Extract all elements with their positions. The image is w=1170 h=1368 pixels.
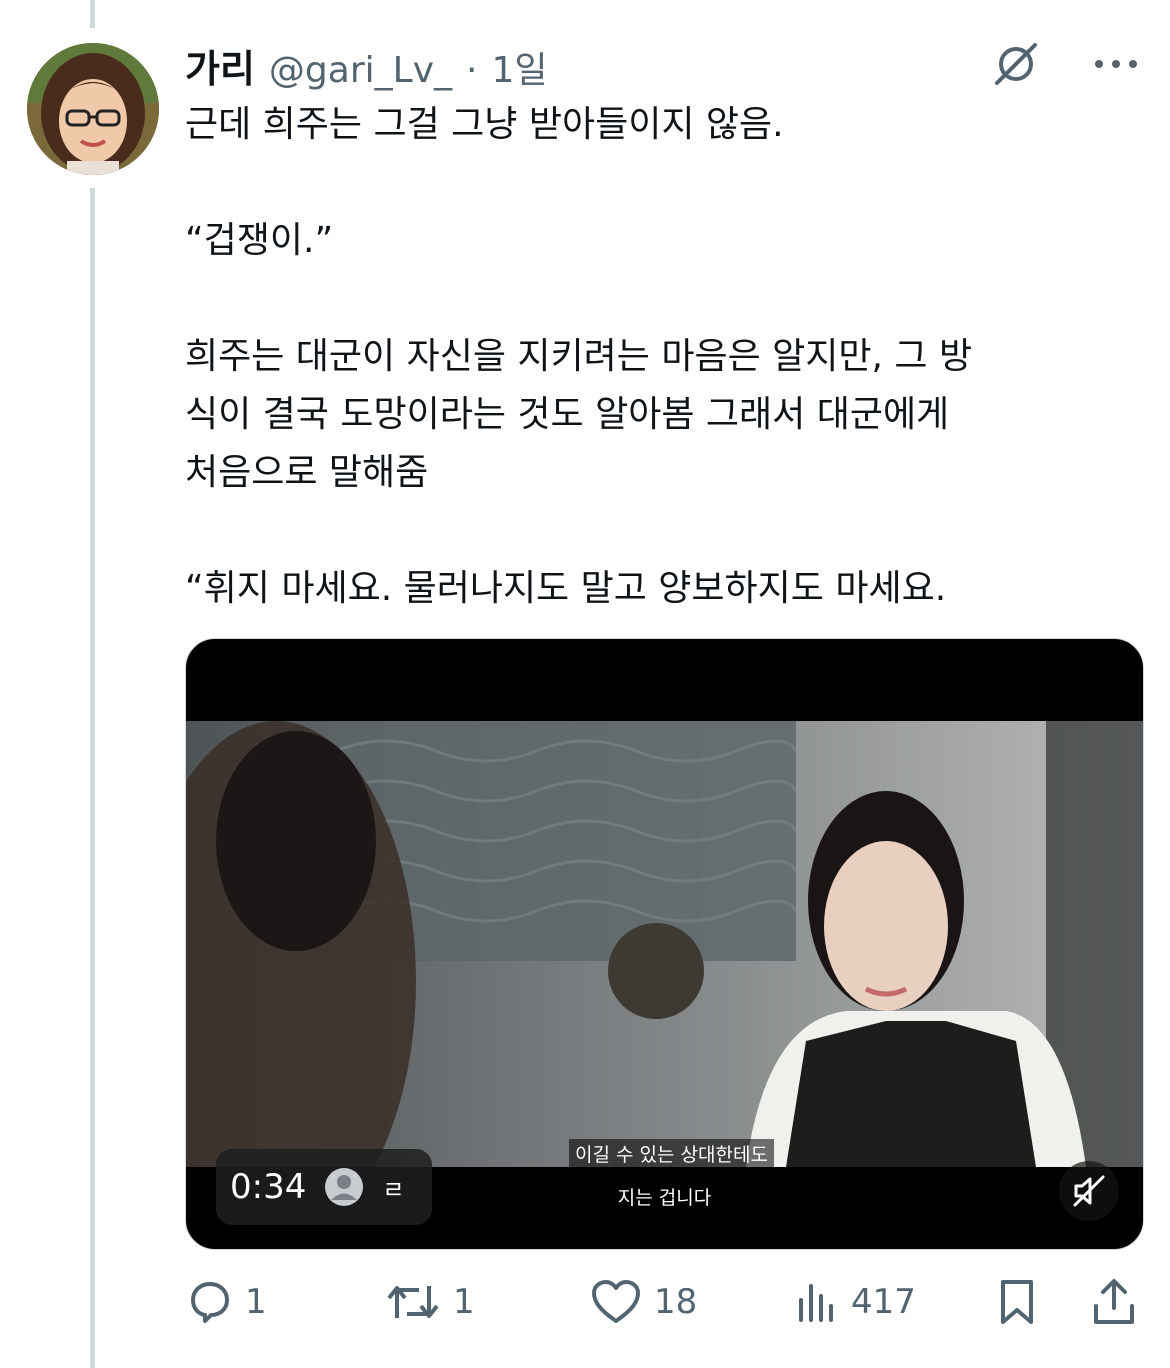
share-button[interactable] xyxy=(1090,1270,1138,1334)
reply-button[interactable]: 1 xyxy=(185,1270,267,1334)
thread-line-top xyxy=(90,0,95,28)
like-button[interactable]: 18 xyxy=(590,1270,697,1334)
views-button[interactable]: 417 xyxy=(795,1270,916,1334)
user-avatar-icon[interactable] xyxy=(324,1167,364,1207)
tweet-text: 근데 희주는 그걸 그냥 받아들이지 않음. “겁쟁이.” 희주는 대군이 자신… xyxy=(185,96,1125,618)
views-icon xyxy=(799,1284,833,1322)
like-count: 18 xyxy=(654,1282,698,1322)
more-icon[interactable] xyxy=(1090,38,1142,90)
tweet-paragraph: “휘지 마세요. 물러나지도 말고 양보하지도 마세요. xyxy=(185,568,947,609)
muted-speaker-icon[interactable] xyxy=(1059,1161,1119,1221)
repost-button[interactable]: 1 xyxy=(385,1270,475,1334)
video-frame[interactable] xyxy=(186,721,1143,1167)
reply-count: 1 xyxy=(245,1282,267,1322)
author-handle[interactable]: @gari_Lv_ xyxy=(269,50,452,91)
grok-icon[interactable] xyxy=(990,38,1042,90)
avatar[interactable] xyxy=(27,43,159,175)
caption-glyph: ㄹ xyxy=(382,1175,405,1204)
author-name[interactable]: 가리 xyxy=(185,38,255,93)
bookmark-icon xyxy=(1001,1280,1033,1324)
views-count: 417 xyxy=(851,1282,916,1322)
repost-count: 1 xyxy=(453,1282,475,1322)
tweet-paragraph: 희주는 대군이 자신을 지키려는 마음은 알지만, 그 방 식이 결국 도망이라… xyxy=(185,336,973,493)
tweet-actions: 1 1 18 417 xyxy=(185,1270,1142,1334)
video-player[interactable]: 이길 수 있는 상대한테도 지는 겁니다 0:34 ㄹ xyxy=(185,638,1144,1250)
tweet-time[interactable]: 1일 xyxy=(491,41,547,93)
repost-icon xyxy=(387,1286,439,1318)
heart-icon xyxy=(592,1280,640,1323)
video-subtitle-line1: 이길 수 있는 상대한테도 xyxy=(569,1139,774,1168)
avatar-portrait-icon xyxy=(27,43,159,175)
tweet-header: 가리 @gari_Lv_ · 1일 xyxy=(185,38,547,91)
tweet-paragraph: “겁쟁이.” xyxy=(185,220,334,261)
video-timecode: 0:34 xyxy=(230,1167,307,1207)
video-controls: 0:34 ㄹ xyxy=(216,1149,432,1225)
separator-dot: · xyxy=(466,50,478,91)
reply-icon xyxy=(191,1282,229,1323)
thread-line-bottom xyxy=(90,188,95,1368)
tweet-paragraph: 근데 희주는 그걸 그냥 받아들이지 않음. xyxy=(185,104,784,145)
tweet-top-actions xyxy=(990,38,1142,90)
bookmark-button[interactable] xyxy=(995,1270,1039,1334)
share-icon xyxy=(1094,1279,1134,1324)
